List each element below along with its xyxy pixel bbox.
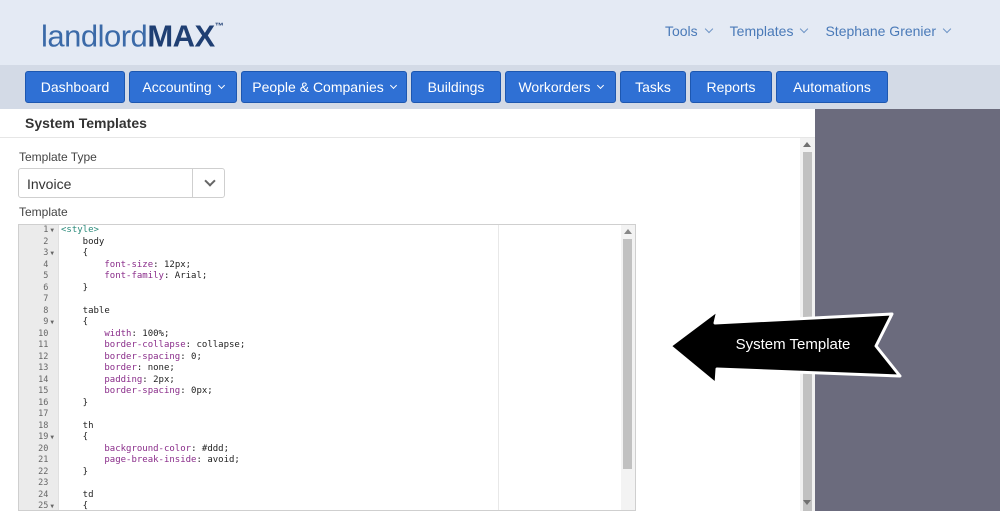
code-line: <style>	[61, 225, 99, 235]
line-number: 20▼	[38, 443, 49, 454]
line-number: 21▼	[38, 455, 49, 465]
line-number: 25 ▼	[38, 501, 54, 511]
chevron-down-icon	[704, 24, 713, 34]
landlordmax-logo[interactable]: landlordMAX™	[41, 14, 224, 54]
nav-people-companies-button[interactable]: People & Companies	[241, 71, 407, 103]
code-line: }	[61, 466, 89, 477]
line-number: 4▼	[43, 259, 49, 270]
line-number: 5▼	[43, 271, 49, 281]
line-number: 14▼	[38, 374, 49, 385]
code-line: {	[61, 501, 89, 511]
nav-tasks-button[interactable]: Tasks	[620, 71, 686, 103]
line-number: 17▼	[38, 409, 49, 419]
main-nav: Dashboard Accounting People & Companies …	[0, 65, 1000, 109]
line-number: 6▼	[43, 282, 49, 293]
line-number: 13▼	[38, 363, 49, 373]
chevron-down-icon	[942, 24, 952, 34]
code-line: padding: 2px;	[104, 374, 175, 385]
fold-arrow-icon[interactable]: ▼	[50, 227, 54, 234]
line-number: 23▼	[38, 478, 49, 488]
template-code-editor[interactable]: 1▼2▼3▼4▼5▼6▼7▼8▼9▼10▼11▼12▼13▼14▼15▼16▼1…	[18, 224, 636, 511]
top-menu: Tools Templates Stephane Grenier	[665, 23, 952, 39]
chevron-down-icon	[596, 81, 604, 89]
line-number: 1 ▼	[43, 225, 54, 235]
nav-accounting-button[interactable]: Accounting	[129, 71, 237, 103]
fold-arrow-icon[interactable]: ▼	[50, 503, 54, 510]
line-number: 2▼	[43, 236, 49, 247]
line-number: 19 ▼	[38, 432, 54, 442]
user-menu[interactable]: Stephane Grenier	[825, 23, 952, 39]
fold-arrow-icon[interactable]: ▼	[50, 434, 54, 441]
print-margin	[498, 225, 499, 510]
scroll-up-icon[interactable]	[624, 229, 632, 234]
line-number: 16▼	[38, 397, 49, 408]
editor-scrollbar[interactable]	[621, 225, 635, 510]
code-line: {	[61, 317, 89, 327]
line-number: 8▼	[43, 305, 49, 316]
code-line: border-collapse: collapse;	[104, 340, 246, 350]
code-line: table	[61, 305, 110, 316]
code-line: font-size: 12px;	[104, 259, 192, 270]
template-label: Template	[19, 205, 68, 219]
code-line: body	[61, 236, 105, 247]
chevron-down-icon	[204, 175, 216, 187]
code-line: width: 100%;	[104, 328, 170, 339]
code-line: th	[61, 420, 94, 431]
line-number: 15▼	[38, 386, 49, 396]
chevron-down-icon	[800, 24, 809, 34]
scroll-down-icon[interactable]	[803, 500, 811, 505]
line-number: 12▼	[38, 351, 49, 362]
callout-label: System Template	[735, 336, 851, 353]
nav-workorders-button[interactable]: Workorders	[505, 71, 616, 103]
line-number: 11▼	[38, 340, 49, 350]
line-number: 24▼	[38, 489, 49, 500]
template-type-label: Template Type	[19, 150, 97, 164]
nav-dashboard-button[interactable]: Dashboard	[25, 71, 125, 103]
nav-buildings-button[interactable]: Buildings	[411, 71, 501, 103]
template-type-value: Invoice	[27, 176, 72, 192]
code-line: }	[61, 282, 89, 293]
page-title: System Templates	[0, 109, 815, 138]
code-line: font-family: Arial;	[104, 271, 208, 281]
chevron-down-icon	[389, 81, 397, 89]
line-number: 10▼	[38, 328, 49, 339]
code-line: {	[61, 432, 89, 442]
chevron-down-icon	[217, 81, 225, 89]
scroll-up-icon[interactable]	[803, 142, 811, 147]
editor-scroll-thumb[interactable]	[623, 239, 632, 469]
line-number: 3 ▼	[43, 248, 54, 258]
code-line: }	[61, 397, 89, 408]
line-number: 18▼	[38, 420, 49, 431]
code-line: border-spacing: 0;	[104, 351, 202, 362]
editor-gutter: 1▼2▼3▼4▼5▼6▼7▼8▼9▼10▼11▼12▼13▼14▼15▼16▼1…	[19, 225, 59, 511]
code-line: td	[61, 489, 94, 500]
code-line: border: none;	[104, 363, 175, 373]
line-number: 7▼	[43, 294, 49, 304]
code-line: border-spacing: 0px;	[104, 386, 213, 396]
code-line: page-break-inside: avoid;	[104, 455, 240, 465]
nav-reports-button[interactable]: Reports	[690, 71, 772, 103]
fold-arrow-icon[interactable]: ▼	[50, 319, 54, 326]
line-number: 9 ▼	[43, 317, 54, 327]
line-number: 22▼	[38, 466, 49, 477]
fold-arrow-icon[interactable]: ▼	[50, 250, 54, 257]
template-type-select[interactable]: Invoice	[18, 168, 225, 198]
code-line: background-color: #ddd;	[104, 443, 229, 454]
tools-menu[interactable]: Tools	[665, 23, 713, 39]
editor-code[interactable]: <style> body { font-size: 12px; font-fam…	[61, 225, 499, 511]
nav-automations-button[interactable]: Automations	[776, 71, 888, 103]
code-line: {	[61, 248, 89, 258]
top-header: landlordMAX™ Tools Templates Stephane Gr…	[0, 0, 1000, 65]
select-toggle[interactable]	[192, 169, 224, 197]
templates-menu[interactable]: Templates	[730, 23, 809, 39]
